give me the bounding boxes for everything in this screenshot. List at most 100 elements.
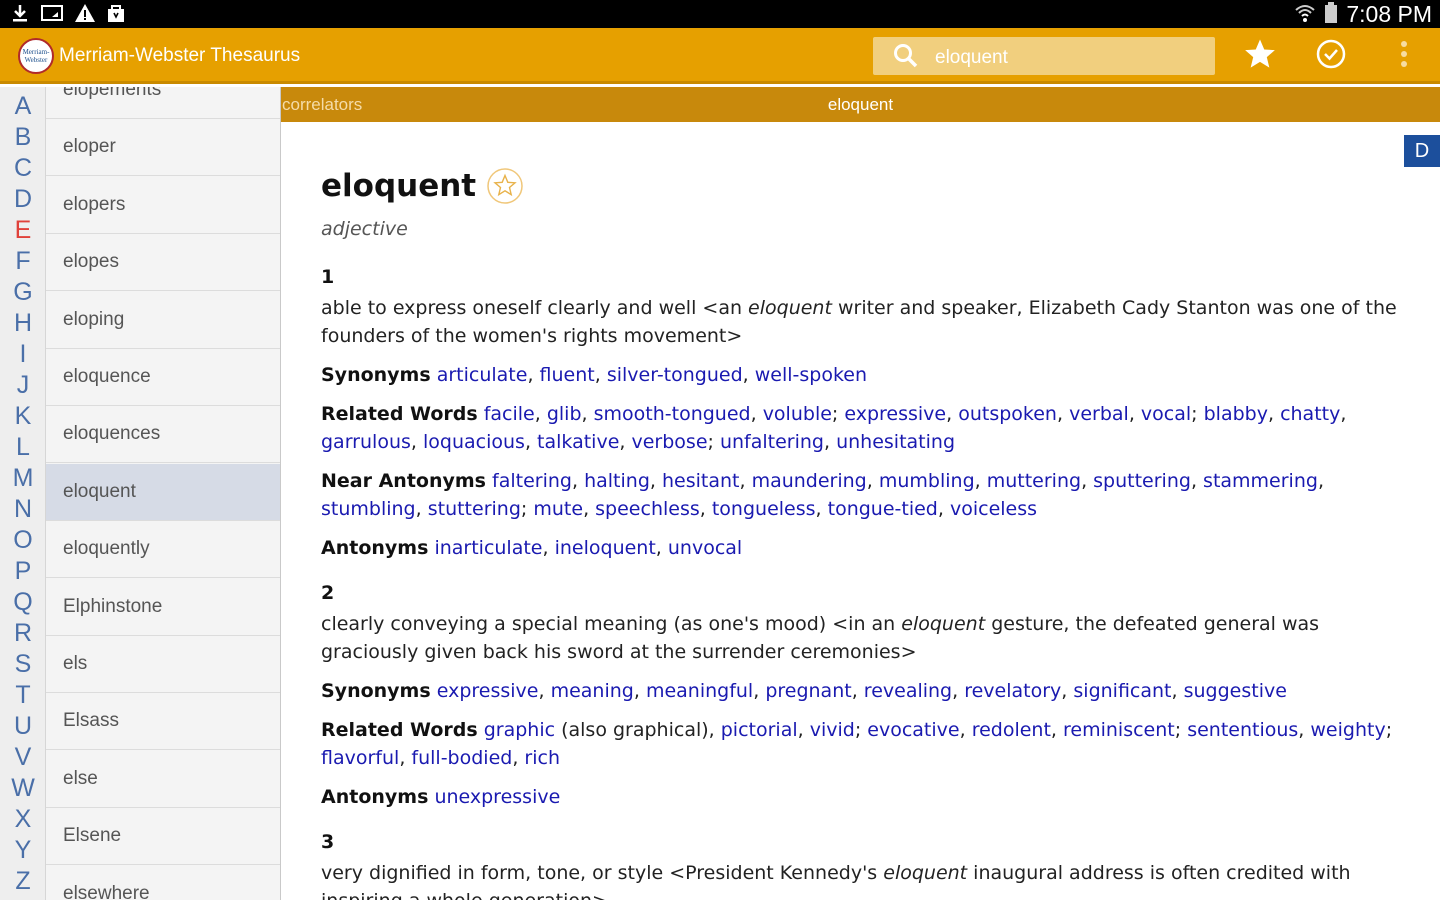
word-list-item[interactable]: eloquently [46,521,280,579]
related-word-link[interactable]: talkative [537,431,619,453]
related-word-link[interactable]: faltering [492,470,572,492]
related-word-link[interactable]: ineloquent [555,537,656,559]
related-word-link[interactable]: maundering [752,470,867,492]
related-word-link[interactable]: voluble [763,403,832,425]
related-word-link[interactable]: tongueless [712,498,816,520]
related-word-link[interactable]: articulate [437,364,528,386]
related-word-link[interactable]: glib [547,403,582,425]
related-word-link[interactable]: smooth-tongued [594,403,751,425]
word-list-item[interactable]: eloper [46,119,280,177]
related-word-link[interactable]: expressive [437,680,539,702]
word-list-item[interactable]: els [46,636,280,693]
related-word-link[interactable]: vocal [1141,403,1191,425]
alphabet-letter-p[interactable]: P [0,556,46,587]
related-word-link[interactable]: redolent [972,719,1051,741]
history-button[interactable] [1313,38,1349,74]
related-word-link[interactable]: flavorful [321,747,399,769]
related-word-link[interactable]: sputtering [1093,470,1191,492]
alphabet-letter-n[interactable]: N [0,494,46,525]
related-word-link[interactable]: well-spoken [755,364,867,386]
word-list-item[interactable]: eloquence [46,349,280,406]
word-list-item[interactable]: Elsass [46,693,280,751]
alphabet-letter-l[interactable]: L [0,432,46,463]
alphabet-letter-s[interactable]: S [0,649,46,680]
related-word-link[interactable]: evocative [867,719,959,741]
word-list-item[interactable]: eloquent [46,463,280,521]
related-word-link[interactable]: speechless [595,498,700,520]
related-word-link[interactable]: hesitant [662,470,740,492]
related-word-link[interactable]: stuttering [428,498,521,520]
search-input[interactable]: eloquent [935,47,1008,69]
related-word-link[interactable]: inarticulate [434,537,542,559]
alphabet-letter-f[interactable]: F [0,246,46,277]
related-word-link[interactable]: facile [484,403,535,425]
related-word-link[interactable]: unhesitating [836,431,955,453]
related-word-link[interactable]: fluent [540,364,595,386]
related-word-link[interactable]: revealing [864,680,952,702]
related-word-link[interactable]: stammering [1203,470,1318,492]
word-list-item[interactable]: elopers [46,177,280,234]
related-word-link[interactable]: significant [1073,680,1171,702]
alphabet-letter-v[interactable]: V [0,742,46,773]
word-list-item[interactable]: Elphinstone [46,579,280,636]
alphabet-letter-w[interactable]: W [0,773,46,804]
alphabet-letter-g[interactable]: G [0,277,46,308]
related-word-link[interactable]: weighty [1310,719,1385,741]
favorite-star-icon[interactable] [486,167,524,205]
alphabet-letter-m[interactable]: M [0,463,46,494]
related-word-link[interactable]: suggestive [1184,680,1287,702]
related-word-link[interactable]: verbal [1069,403,1129,425]
favorites-button[interactable] [1242,38,1278,74]
related-word-link[interactable]: mute [533,498,583,520]
overflow-menu-button[interactable] [1386,38,1422,74]
related-word-link[interactable]: revelatory [964,680,1061,702]
alphabet-letter-z[interactable]: Z [0,866,46,897]
alphabet-letter-t[interactable]: T [0,680,46,711]
related-word-link[interactable]: muttering [987,470,1081,492]
related-word-link[interactable]: reminiscent [1063,719,1175,741]
alphabet-letter-o[interactable]: O [0,525,46,556]
alphabet-letter-k[interactable]: K [0,401,46,432]
word-list-item[interactable]: eloping [46,292,280,349]
related-word-link[interactable]: verbose [631,431,707,453]
search-field[interactable]: eloquent [873,37,1215,75]
alphabet-letter-h[interactable]: H [0,308,46,339]
related-word-link[interactable]: meaning [551,680,634,702]
word-list-item[interactable]: Elsene [46,808,280,866]
alphabet-letter-b[interactable]: B [0,122,46,153]
alphabet-letter-a[interactable]: A [0,91,46,122]
alphabet-letter-d[interactable]: D [0,184,46,215]
alphabet-letter-c[interactable]: C [0,153,46,184]
related-word-link[interactable]: pregnant [765,680,851,702]
related-word-link[interactable]: mumbling [879,470,975,492]
related-word-link[interactable]: chatty [1280,403,1340,425]
related-word-link[interactable]: unfaltering [720,431,824,453]
alphabet-letter-j[interactable]: J [0,370,46,401]
related-word-link[interactable]: silver-tongued [607,364,743,386]
dictionary-tab[interactable]: D [1404,135,1440,167]
alphabet-letter-r[interactable]: R [0,618,46,649]
related-word-link[interactable]: outspoken [958,403,1057,425]
related-word-link[interactable]: voiceless [950,498,1037,520]
related-word-link[interactable]: sententious [1187,719,1298,741]
related-word-link[interactable]: unvocal [668,537,742,559]
related-word-link[interactable]: full-bodied [411,747,512,769]
word-list-item[interactable]: elopements [46,87,280,119]
word-list-item[interactable]: eloquences [46,406,280,464]
alphabet-letter-u[interactable]: U [0,711,46,742]
related-word-link[interactable]: expressive [844,403,946,425]
alphabet-letter-y[interactable]: Y [0,835,46,866]
word-list-item[interactable]: elopes [46,234,280,292]
alphabet-letter-e[interactable]: E [0,215,46,246]
related-word-link[interactable]: garrulous [321,431,411,453]
related-word-link[interactable]: vivid [810,719,855,741]
related-word-link[interactable]: graphic [484,719,555,741]
related-word-link[interactable]: tongue-tied [828,498,938,520]
related-word-link[interactable]: blabby [1204,403,1268,425]
related-word-link[interactable]: loquacious [423,431,525,453]
alphabet-letter-q[interactable]: Q [0,587,46,618]
related-word-link[interactable]: halting [584,470,650,492]
related-word-link[interactable]: pictorial [721,719,798,741]
alphabet-letter-x[interactable]: X [0,804,46,835]
word-list-item[interactable]: elsewhere [46,866,280,900]
